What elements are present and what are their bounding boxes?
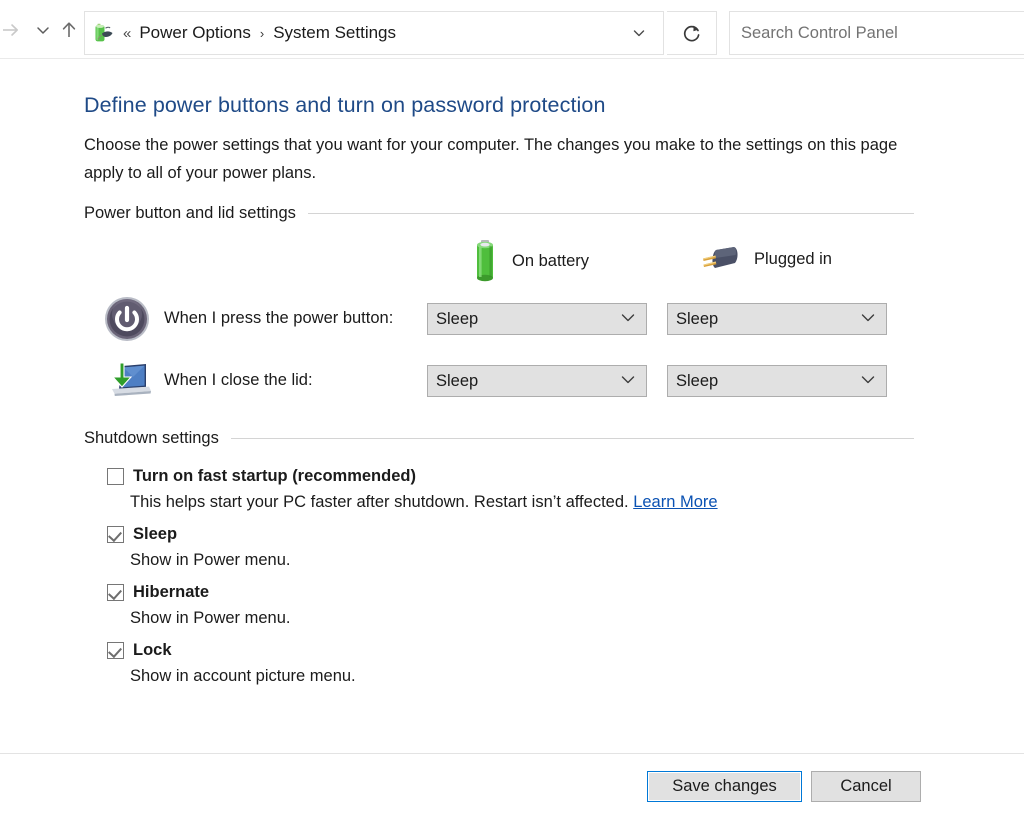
combo-value: Sleep	[676, 371, 719, 390]
column-header-on-battery: On battery	[470, 239, 589, 283]
breadcrumb-item-system-settings[interactable]: System Settings	[271, 21, 398, 45]
group-divider	[307, 213, 914, 214]
checkbox-fast-startup[interactable]	[107, 468, 124, 485]
chevron-down-icon	[633, 30, 645, 37]
main-content: Define power buttons and turn on passwor…	[0, 59, 1024, 753]
combo-value: Sleep	[676, 309, 719, 328]
description-hibernate: Show in Power menu.	[130, 609, 291, 627]
power-lid-group-label: Power button and lid settings	[84, 204, 296, 222]
setting-row-close-lid: When I close the lid: Sleep Sleep	[0, 358, 1024, 404]
breadcrumb-dropdown-button[interactable]	[629, 19, 649, 47]
chevron-down-icon	[861, 313, 875, 325]
address-bar: « Power Options › System Settings	[0, 0, 1024, 59]
breadcrumb-bar[interactable]: « Power Options › System Settings	[84, 11, 664, 55]
breadcrumb-overflow-chevron[interactable]: «	[123, 26, 131, 41]
learn-more-link[interactable]: Learn More	[633, 493, 717, 511]
search-input[interactable]	[739, 22, 1024, 44]
search-control-panel-box[interactable]	[729, 11, 1024, 55]
checkbox-lock[interactable]	[107, 642, 124, 659]
combo-close-lid-on-battery[interactable]: Sleep	[427, 365, 647, 397]
chevron-down-icon	[621, 313, 635, 325]
combo-value: Sleep	[436, 309, 479, 328]
description-fast-startup: This helps start your PC faster after sh…	[130, 493, 718, 512]
column-label-plugged-in: Plugged in	[754, 249, 832, 268]
combo-close-lid-plugged-in[interactable]: Sleep	[667, 365, 887, 397]
label-when-press-power-button: When I press the power button:	[164, 309, 394, 327]
column-label-on-battery: On battery	[512, 251, 590, 270]
combo-power-button-on-battery[interactable]: Sleep	[427, 303, 647, 335]
nav-up-button[interactable]	[54, 14, 84, 46]
checkbox-hibernate[interactable]	[107, 584, 124, 601]
arrow-up-icon	[62, 22, 76, 37]
laptop-lid-close-icon	[102, 358, 152, 402]
description-text: This helps start your PC faster after sh…	[130, 493, 629, 511]
shutdown-group-label: Shutdown settings	[84, 429, 219, 447]
chevron-down-icon	[861, 375, 875, 387]
refresh-button[interactable]	[667, 11, 717, 55]
nav-forward-button[interactable]	[0, 14, 26, 46]
chevron-down-icon	[621, 375, 635, 387]
power-lid-group-header: Power button and lid settings	[84, 204, 914, 223]
combo-value: Sleep	[436, 371, 479, 390]
checkbox-label-sleep: Sleep	[133, 525, 178, 543]
checkbox-label-hibernate: Hibernate	[133, 583, 210, 601]
setting-row-power-button: When I press the power button: Sleep Sle…	[0, 296, 1024, 342]
power-plug-icon	[700, 244, 742, 274]
checkbox-sleep[interactable]	[107, 526, 124, 543]
page-title: Define power buttons and turn on passwor…	[84, 93, 606, 117]
power-options-icon	[93, 22, 115, 44]
label-when-close-lid: When I close the lid:	[164, 371, 313, 389]
checkbox-row-sleep[interactable]: Sleep	[107, 525, 177, 544]
page-description: Choose the power settings that you want …	[84, 136, 898, 182]
description-lock: Show in account picture menu.	[130, 667, 356, 685]
checkbox-label-lock: Lock	[133, 641, 172, 659]
checkbox-row-hibernate[interactable]: Hibernate	[107, 583, 209, 602]
shutdown-group-header: Shutdown settings	[84, 429, 914, 448]
refresh-icon	[683, 25, 699, 42]
breadcrumb-item-power-options[interactable]: Power Options	[137, 21, 253, 45]
description-sleep: Show in Power menu.	[130, 551, 291, 569]
combo-power-button-plugged-in[interactable]: Sleep	[667, 303, 887, 335]
checkbox-label-fast-startup: Turn on fast startup (recommended)	[133, 467, 416, 485]
save-changes-button[interactable]: Save changes	[647, 771, 802, 802]
chevron-down-icon	[37, 27, 49, 34]
column-header-plugged-in: Plugged in	[700, 244, 832, 274]
checkbox-row-fast-startup[interactable]: Turn on fast startup (recommended)	[107, 467, 416, 486]
checkbox-row-lock[interactable]: Lock	[107, 641, 172, 660]
group-divider	[230, 438, 914, 439]
arrow-right-icon	[3, 24, 18, 36]
power-button-icon	[104, 296, 150, 342]
breadcrumb-arrow-icon[interactable]: ›	[260, 27, 264, 40]
battery-icon	[470, 239, 500, 283]
cancel-button[interactable]: Cancel	[811, 771, 921, 802]
footer-bar: Save changes Cancel	[0, 753, 1024, 816]
